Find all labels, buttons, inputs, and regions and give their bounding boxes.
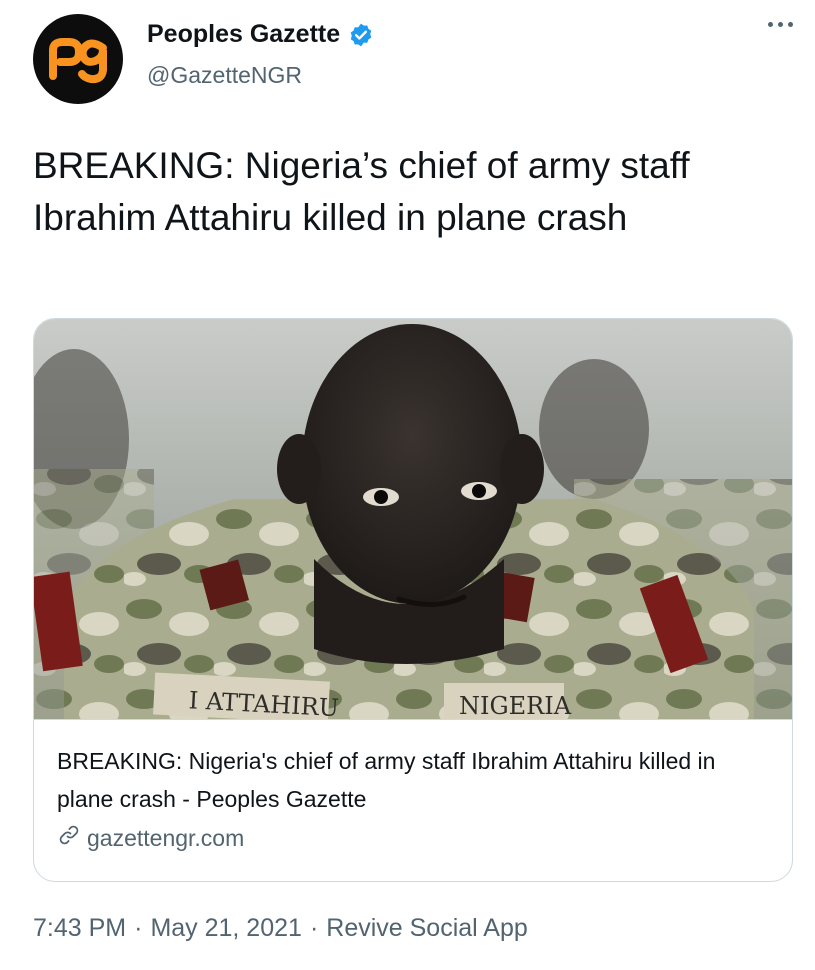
card-domain-row[interactable]: gazettengr.com <box>57 823 244 853</box>
nigeria-tape-text: NIGERIA <box>459 692 572 719</box>
separator: · <box>309 914 319 942</box>
link-icon <box>57 823 81 853</box>
tweet-time[interactable]: 7:43 PM <box>33 914 126 943</box>
tweet-source[interactable]: Revive Social App <box>326 914 528 943</box>
avatar[interactable] <box>33 14 123 104</box>
card-image[interactable]: I ATTAHIRU NIGERIA <box>34 319 792 719</box>
tweet-text: BREAKING: Nigeria’s chief of army staff … <box>33 145 690 238</box>
tweet-date[interactable]: May 21, 2021 <box>150 914 302 943</box>
display-name[interactable]: Peoples Gazette <box>147 20 340 49</box>
tweet-meta: 7:43 PM · May 21, 2021 · Revive Social A… <box>33 914 528 943</box>
card-title[interactable]: BREAKING: Nigeria's chief of army staff … <box>57 742 777 818</box>
separator: · <box>134 914 143 942</box>
card-body[interactable]: BREAKING: Nigeria's chief of army staff … <box>34 719 792 881</box>
card-domain: gazettengr.com <box>87 824 245 851</box>
more-icon[interactable] <box>768 22 793 27</box>
link-card[interactable]: I ATTAHIRU NIGERIA BREAKING: Nigeria's c… <box>33 318 793 882</box>
author-handle[interactable]: @GazetteNGR <box>147 62 302 89</box>
author-name-row: Peoples Gazette <box>147 20 374 49</box>
verified-badge-icon <box>348 22 374 48</box>
pg-logo <box>49 38 107 84</box>
